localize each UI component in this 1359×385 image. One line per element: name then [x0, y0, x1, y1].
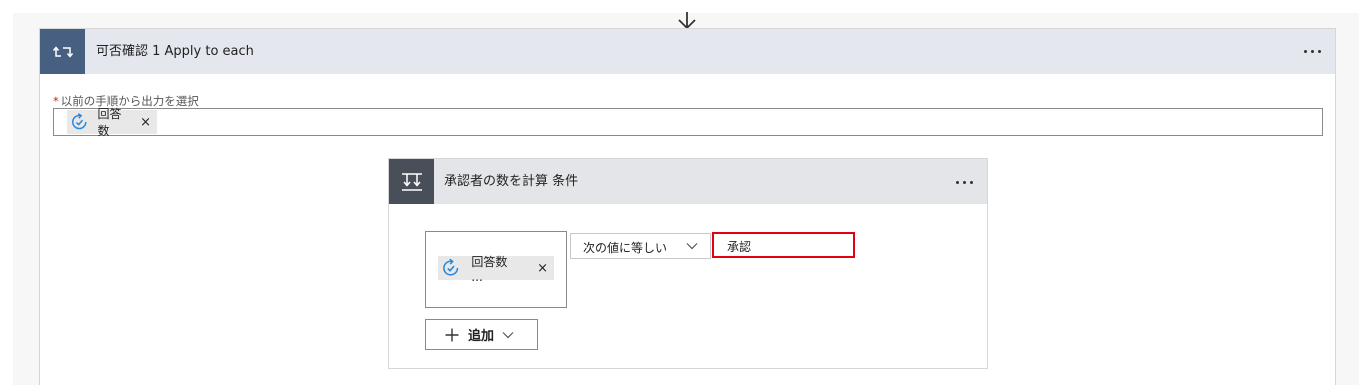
required-marker: * [53, 94, 59, 108]
condition-icon [389, 159, 434, 204]
close-icon[interactable]: × [140, 115, 151, 130]
condition-title[interactable]: 承認者の数を計算 条件 [444, 159, 578, 204]
condition-card: 承認者の数を計算 条件 回答数 ... × 次の値に等しい 承認 追加 [388, 158, 988, 369]
condition-value-input[interactable]: 承認 [712, 232, 855, 258]
flow-token-icon [72, 113, 87, 130]
operator-dropdown[interactable]: 次の値に等しい [570, 233, 711, 259]
chevron-down-icon [502, 331, 514, 338]
apply-to-each-title[interactable]: 可否確認 1 Apply to each [96, 29, 254, 74]
add-button[interactable]: 追加 [425, 319, 538, 350]
token-label: 回答数 ... [471, 254, 508, 284]
loop-icon [40, 29, 85, 74]
select-output-input[interactable]: 回答数 × [53, 107, 1323, 138]
apply-to-each-header[interactable]: 可否確認 1 Apply to each [40, 29, 1335, 74]
dynamic-content-token[interactable]: 回答数 ... × [438, 255, 554, 284]
more-icon[interactable] [949, 172, 979, 192]
chevron-down-icon [686, 243, 698, 250]
add-button-label: 追加 [468, 329, 495, 344]
more-icon[interactable] [1297, 41, 1327, 61]
left-operand-input[interactable]: 回答数 ... × [425, 231, 567, 308]
condition-header[interactable]: 承認者の数を計算 条件 [389, 159, 987, 204]
dynamic-content-token[interactable]: 回答数 × [67, 107, 157, 138]
token-label: 回答数 [97, 107, 122, 138]
flow-token-icon [443, 258, 459, 276]
apply-to-each-card: 可否確認 1 Apply to each * 以前の手順から出力を選択 回答数 × [39, 28, 1336, 385]
operator-selected-value: 次の値に等しい [583, 241, 668, 255]
plus-icon [445, 328, 459, 341]
close-icon[interactable]: × [537, 261, 548, 276]
